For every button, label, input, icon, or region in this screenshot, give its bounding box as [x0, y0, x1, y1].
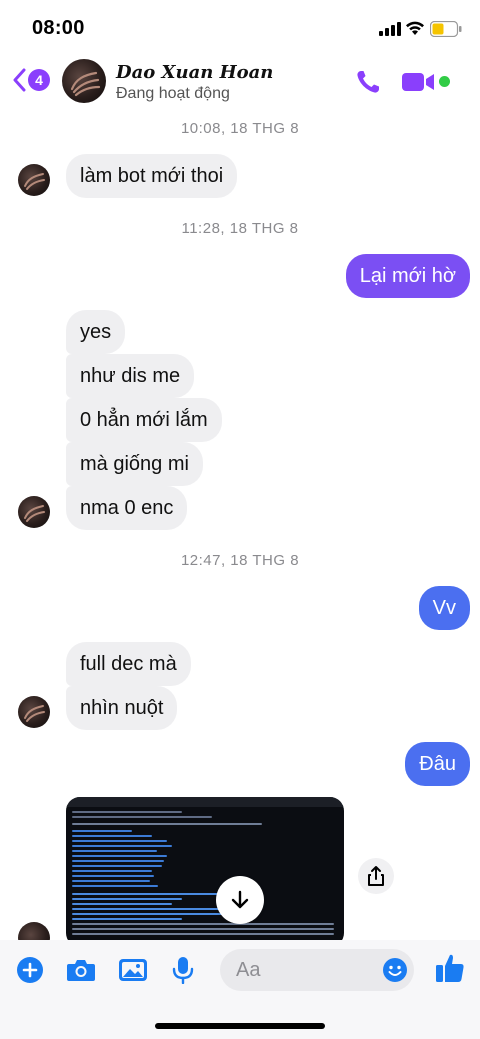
plus-icon[interactable]	[16, 956, 44, 984]
incoming-message[interactable]: yes	[66, 310, 126, 354]
conversation-header: 4 Dao Xuan Hoan Đang hoạt động	[0, 56, 480, 108]
chevron-left-icon	[13, 68, 26, 92]
presence-status: Đang hoạt động	[116, 85, 230, 102]
outgoing-message[interactable]: Lại mới hờ	[345, 254, 470, 298]
wifi-icon	[406, 21, 424, 35]
unread-count-badge: 4	[28, 69, 50, 91]
contact-name[interactable]: Dao Xuan Hoan	[116, 62, 273, 83]
battery-icon	[430, 21, 462, 37]
thumbs-up-icon[interactable]	[434, 952, 466, 984]
outgoing-message[interactable]: Đâu	[405, 742, 470, 786]
image-icon[interactable]	[118, 956, 148, 984]
incoming-message[interactable]: nhìn nuột	[66, 686, 178, 730]
attachment-titlebar	[66, 797, 344, 807]
home-indicator[interactable]	[155, 1023, 325, 1029]
download-button[interactable]	[216, 876, 264, 924]
status-bar: 08:00	[0, 0, 480, 56]
message-input-placeholder: Aa	[236, 959, 261, 981]
share-icon	[368, 866, 384, 886]
incoming-message[interactable]: 0 hẳn mới lắm	[66, 398, 222, 442]
incoming-message[interactable]: làm bot mới thoi	[66, 154, 238, 198]
back-button[interactable]: 4	[12, 64, 56, 96]
online-indicator	[439, 76, 450, 87]
incoming-message[interactable]: full dec mà	[66, 642, 191, 686]
sender-avatar	[18, 164, 50, 196]
download-arrow-icon	[231, 890, 249, 909]
sender-avatar	[18, 496, 50, 528]
status-time: 08:00	[32, 17, 85, 39]
outgoing-message[interactable]: Vv	[418, 586, 470, 630]
sender-avatar	[18, 696, 50, 728]
incoming-message[interactable]: mà giống mi	[66, 442, 203, 486]
camera-icon[interactable]	[66, 956, 96, 984]
signal-icon	[379, 22, 401, 36]
emoji-icon[interactable]	[382, 957, 408, 983]
message-timestamp: 11:28, 18 THG 8	[181, 220, 299, 237]
incoming-message[interactable]: nma 0 enc	[66, 486, 188, 530]
avatar-hand-image	[70, 71, 101, 97]
message-timestamp: 10:08, 18 THG 8	[180, 120, 300, 137]
message-timestamp: 12:47, 18 THG 8	[180, 552, 300, 569]
incoming-message[interactable]: như dis me	[66, 354, 195, 398]
contact-avatar[interactable]	[62, 59, 106, 103]
phone-icon[interactable]	[354, 68, 382, 96]
message-input[interactable]: Aa	[220, 949, 414, 991]
share-button[interactable]	[358, 858, 394, 894]
video-camera-icon[interactable]	[402, 70, 436, 94]
microphone-icon[interactable]	[172, 956, 194, 984]
image-attachment[interactable]	[66, 797, 344, 947]
